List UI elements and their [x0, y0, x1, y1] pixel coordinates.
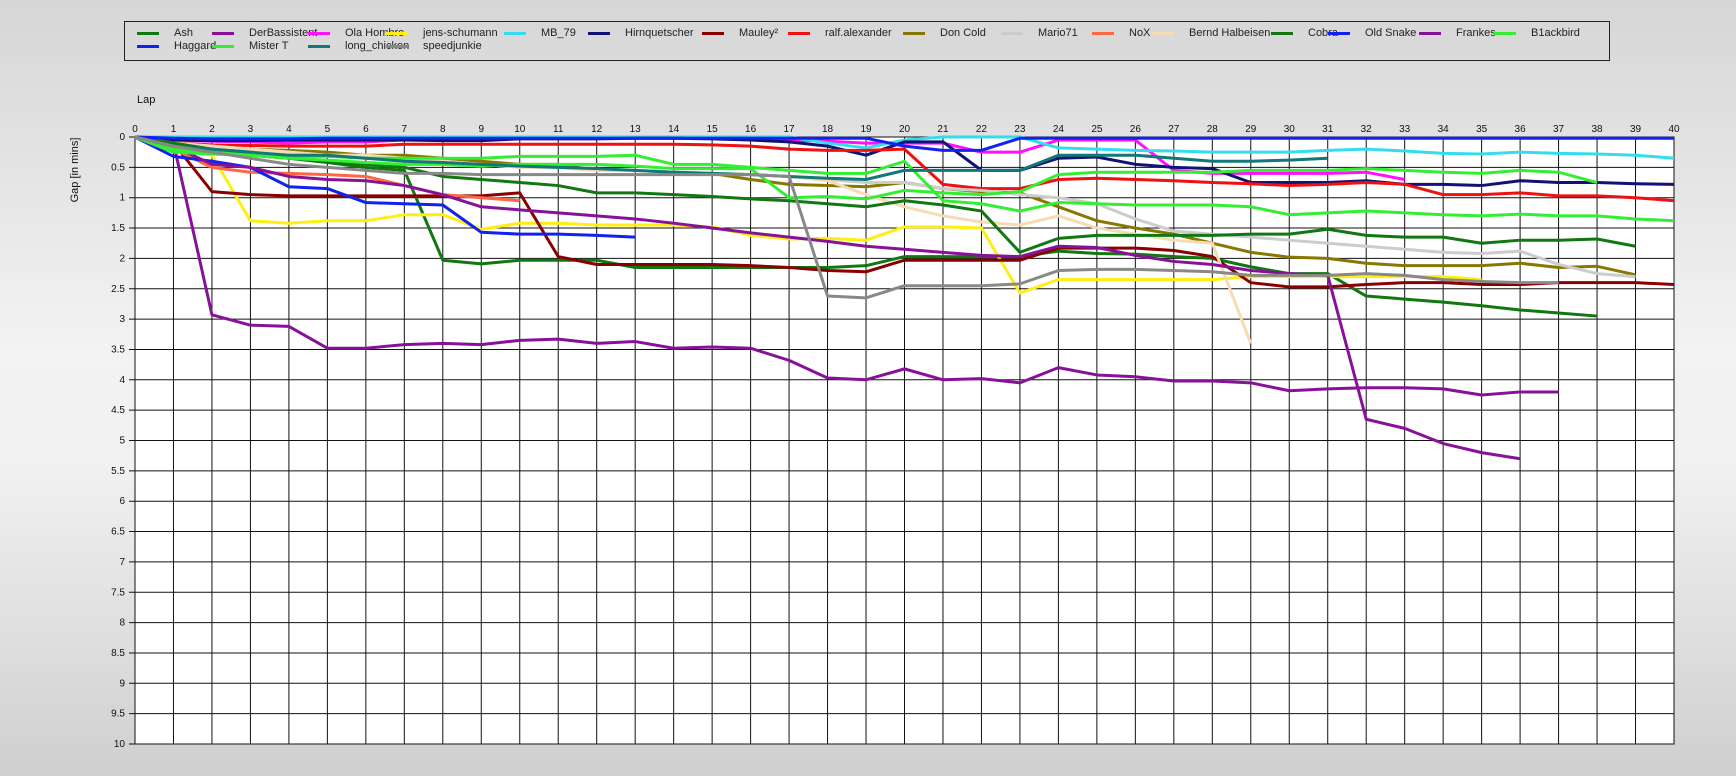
- x-tick-label: 7: [402, 124, 408, 135]
- y-tick-label: 0.5: [111, 162, 125, 173]
- x-tick-label: 34: [1438, 124, 1450, 135]
- x-tick-label: 15: [707, 124, 719, 135]
- x-tick-label: 23: [1014, 124, 1026, 135]
- x-tick-label: 20: [899, 124, 911, 135]
- x-tick-label: 8: [440, 124, 446, 135]
- x-tick-label: 32: [1361, 124, 1373, 135]
- y-tick-label: 1.5: [111, 223, 125, 234]
- x-tick-label: 18: [822, 124, 834, 135]
- x-tick-label: 6: [363, 124, 369, 135]
- y-tick-label: 2.5: [111, 284, 125, 295]
- y-tick-label: 8.5: [111, 648, 125, 659]
- x-tick-label: 28: [1207, 124, 1219, 135]
- x-tick-label: 2: [209, 124, 215, 135]
- x-tick-label: 14: [668, 124, 680, 135]
- x-tick-label: 26: [1130, 124, 1142, 135]
- y-tick-label: 0: [119, 132, 125, 143]
- x-tick-label: 27: [1168, 124, 1180, 135]
- x-tick-label: 12: [591, 124, 603, 135]
- x-tick-label: 21: [937, 124, 949, 135]
- y-tick-label: 7.5: [111, 587, 125, 598]
- x-tick-label: 3: [248, 124, 254, 135]
- gap-chart: 0 1 2 3 4 5 6 7 8 9 10 11 12 13 14 15 16 17 18 19 20 21 22 23 24…: [69, 94, 1680, 750]
- x-tick-label: 31: [1322, 124, 1334, 135]
- y-tick-label: 6.5: [111, 527, 125, 538]
- y-tick-label: 1: [119, 193, 125, 204]
- y-tick-label: 3: [119, 314, 125, 325]
- y-tick-label: 2: [119, 253, 125, 264]
- x-tick-label: 22: [976, 124, 988, 135]
- x-tick-label: 0: [132, 124, 138, 135]
- x-tick-label: 11: [553, 124, 564, 135]
- y-tick-label: 3.5: [111, 344, 125, 355]
- x-tick-label: 9: [478, 124, 484, 135]
- y-tick-label: 9: [119, 678, 125, 689]
- y-axis-ticks: 0 0.5 1 1.5 2 2.5 3 3.5 4 4.5 5 5.5 6 6.5 7 7.5 8 8.5 9 9.5…: [111, 132, 125, 750]
- y-tick-label: 5: [119, 436, 125, 447]
- y-tick-label: 4.5: [111, 405, 125, 416]
- x-axis-ticks: 0 1 2 3 4 5 6 7 8 9 10 11 12 13 14 15 16 17 18 19 20 21 22 23 24…: [132, 124, 1680, 135]
- x-tick-label: 35: [1476, 124, 1488, 135]
- x-tick-label: 33: [1399, 124, 1411, 135]
- y-axis-label: Gap [in mins]: [69, 138, 81, 203]
- x-tick-label: 5: [325, 124, 331, 135]
- x-axis-label: Lap: [137, 94, 155, 106]
- x-tick-label: 13: [630, 124, 642, 135]
- x-tick-label: 40: [1668, 124, 1680, 135]
- x-tick-label: 37: [1553, 124, 1565, 135]
- y-tick-label: 6: [119, 496, 125, 507]
- y-tick-label: 9.5: [111, 709, 125, 720]
- y-tick-label: 8: [119, 618, 125, 629]
- y-tick-label: 7: [119, 557, 125, 568]
- x-tick-label: 30: [1284, 124, 1296, 135]
- x-tick-label: 36: [1515, 124, 1527, 135]
- x-tick-label: 39: [1630, 124, 1642, 135]
- x-tick-label: 10: [514, 124, 526, 135]
- x-tick-label: 29: [1245, 124, 1257, 135]
- x-tick-label: 19: [860, 124, 872, 135]
- x-tick-label: 24: [1053, 124, 1065, 135]
- x-tick-label: 16: [745, 124, 757, 135]
- x-tick-label: 1: [171, 124, 177, 135]
- x-tick-label: 17: [784, 124, 796, 135]
- y-tick-label: 4: [119, 375, 125, 386]
- x-tick-label: 4: [286, 124, 292, 135]
- x-tick-label: 38: [1591, 124, 1603, 135]
- y-tick-label: 5.5: [111, 466, 125, 477]
- x-tick-label: 25: [1091, 124, 1103, 135]
- y-tick-label: 10: [114, 739, 126, 750]
